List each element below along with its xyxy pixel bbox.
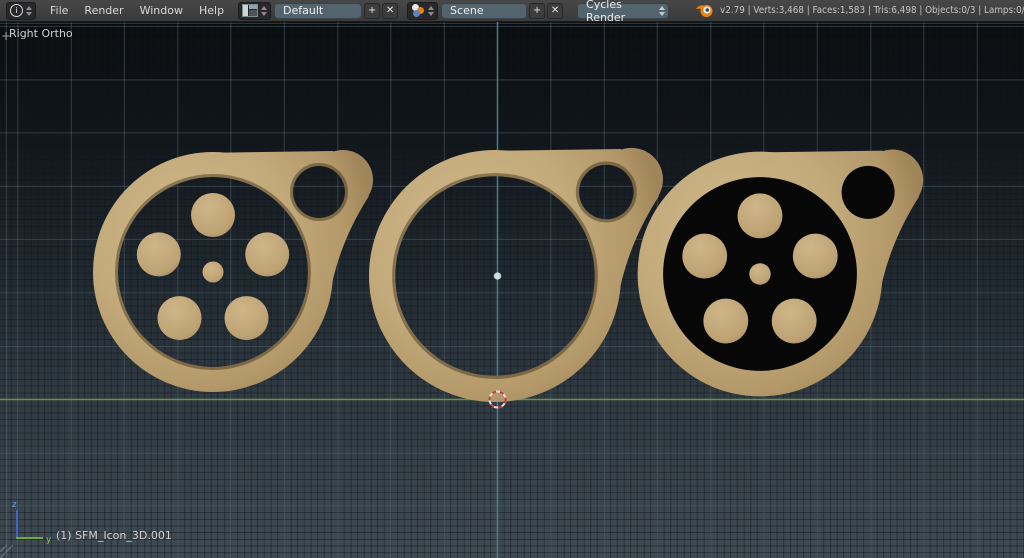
reel-ring (93, 150, 373, 392)
stepper-arrows-icon (26, 5, 32, 16)
scene-icon (411, 4, 425, 17)
reel-ring (369, 148, 663, 402)
resize-grip-icon[interactable] (0, 544, 14, 558)
3d-viewport[interactable]: z y Right Ortho (1) SFM_Icon_3D.001 + (0, 22, 1024, 558)
screen-layout-icon (242, 4, 259, 17)
stepper-arrows-icon (428, 5, 435, 16)
layout-name-value: Default (283, 4, 324, 17)
scene-selector[interactable] (407, 1, 439, 20)
add-layout-button[interactable]: + (364, 2, 381, 19)
active-object-label: (1) SFM_Icon_3D.001 (56, 529, 172, 542)
close-scene-button[interactable]: ✕ (547, 2, 564, 19)
sfm-reel-middle[interactable] (369, 148, 663, 402)
menubar: File Render Window Help (42, 4, 232, 17)
editor-type-selector[interactable]: i (6, 1, 36, 20)
menu-help[interactable]: Help (191, 4, 232, 17)
view-name-label: Right Ortho (9, 27, 73, 40)
scene-name-field[interactable]: Scene (441, 2, 528, 19)
sfm-reel-right[interactable] (638, 150, 924, 397)
close-layout-button[interactable]: ✕ (382, 2, 399, 19)
info-icon: i (10, 4, 23, 17)
render-engine-value: Cycles Render (586, 0, 626, 24)
render-engine-select[interactable]: Cycles Render (577, 0, 670, 24)
blender-window: i File Render Window Help Default + ✕ Sc… (0, 0, 1024, 558)
axis-gizmo: z y (12, 500, 52, 545)
blender-logo (695, 3, 714, 18)
menu-window[interactable]: Window (132, 4, 191, 17)
object-origin-dot (493, 272, 502, 280)
toolbar-expand-icon[interactable]: + (1, 30, 11, 42)
screen-layout-selector[interactable] (238, 1, 272, 20)
menu-render[interactable]: Render (76, 4, 131, 17)
sfm-reel-left[interactable] (93, 150, 373, 392)
gizmo-z-label: z (12, 500, 17, 510)
dropdown-arrows-icon (659, 5, 666, 16)
info-header: i File Render Window Help Default + ✕ Sc… (0, 0, 1024, 24)
gizmo-y-label: y (46, 535, 52, 545)
add-scene-button[interactable]: + (529, 2, 546, 19)
stats-text: v2.79 | Verts:3,468 | Faces:1,583 | Tris… (720, 5, 1024, 16)
viewport-scene: z y (0, 22, 1024, 558)
menu-file[interactable]: File (42, 4, 76, 17)
layout-name-field[interactable]: Default (274, 2, 363, 19)
scene-name-value: Scene (450, 4, 484, 17)
reel-ring (638, 150, 924, 397)
stepper-arrows-icon (261, 5, 268, 16)
